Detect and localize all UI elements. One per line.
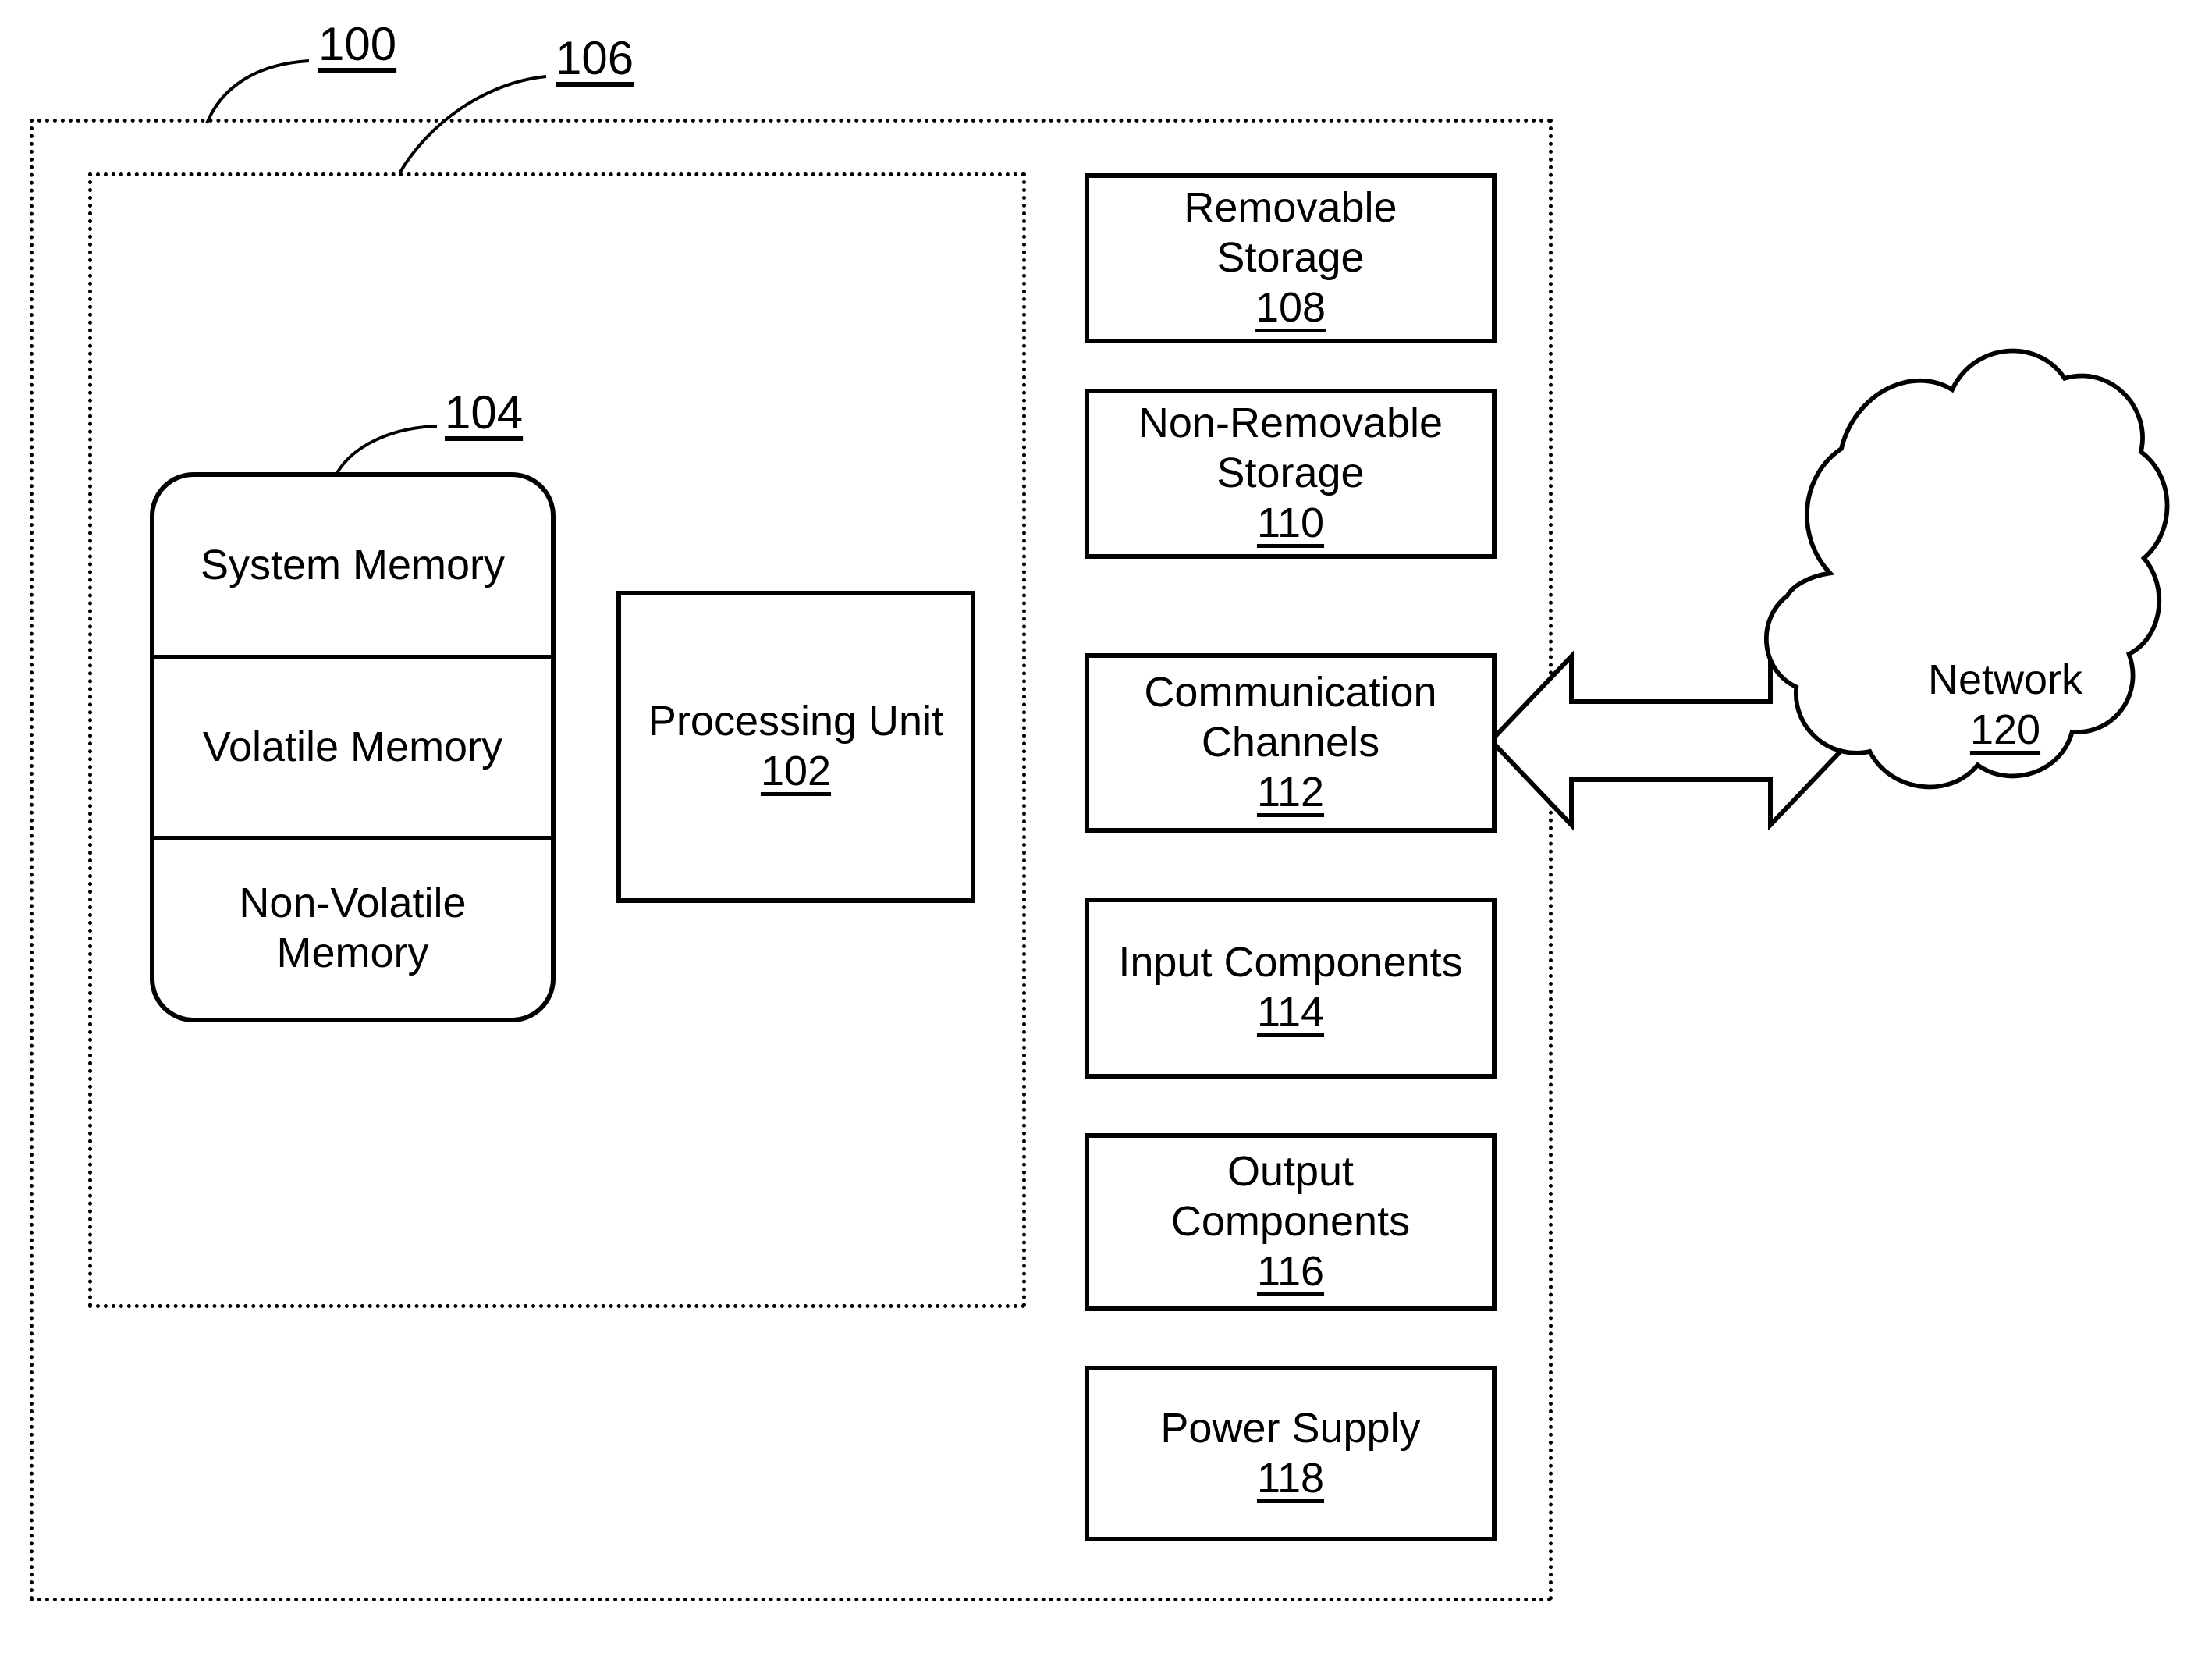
non-removable-storage-block: Non-Removable Storage 110	[1085, 389, 1497, 559]
network-refnum: 120	[1969, 706, 2041, 753]
processing-unit-title: Processing Unit	[648, 698, 944, 745]
communication-channels-title: Communication Channels	[1144, 669, 1437, 766]
callout-100: 100	[318, 18, 397, 70]
output-components-refnum: 116	[1256, 1247, 1325, 1295]
network-cloud-label: Network 120	[1888, 656, 2122, 755]
removable-storage-block: Removable Storage 108	[1085, 173, 1497, 343]
communication-channels-block: Communication Channels 112	[1085, 653, 1497, 833]
processing-unit-refnum: 102	[760, 748, 832, 794]
power-supply-refnum: 118	[1256, 1454, 1325, 1502]
memory-row-non-volatile-label: Non-Volatile Memory	[239, 880, 467, 977]
memory-row-volatile-label: Volatile Memory	[202, 723, 503, 770]
removable-storage-refnum: 108	[1255, 283, 1326, 331]
input-components-refnum: 114	[1256, 989, 1325, 1036]
figure-canvas: 100 106 104 System Memory Volatile Memor…	[0, 0, 2212, 1660]
network-title: Network	[1927, 656, 2083, 703]
removable-storage-title: Removable Storage	[1184, 184, 1397, 282]
output-components-title: Output Components	[1170, 1148, 1411, 1246]
processing-unit-block: Processing Unit 102	[616, 591, 975, 903]
system-memory-stack: System Memory Volatile Memory Non-Volati…	[150, 472, 556, 1022]
callout-106: 106	[556, 32, 634, 84]
input-components-block: Input Components 114	[1085, 898, 1497, 1079]
memory-row-non-volatile: Non-Volatile Memory	[154, 836, 551, 1018]
input-components-title: Input Components	[1118, 939, 1463, 986]
memory-row-system-label: System Memory	[200, 541, 506, 588]
non-removable-storage-refnum: 110	[1256, 499, 1325, 546]
non-removable-storage-title: Non-Removable Storage	[1138, 400, 1443, 497]
communication-channels-refnum: 112	[1256, 768, 1325, 816]
callout-104: 104	[445, 386, 524, 439]
power-supply-block: Power Supply 118	[1085, 1366, 1497, 1541]
power-supply-title: Power Supply	[1160, 1404, 1421, 1452]
leader-line-100	[205, 59, 310, 124]
memory-row-volatile: Volatile Memory	[154, 654, 551, 837]
memory-row-system: System Memory	[154, 477, 551, 655]
output-components-block: Output Components 116	[1085, 1133, 1497, 1311]
